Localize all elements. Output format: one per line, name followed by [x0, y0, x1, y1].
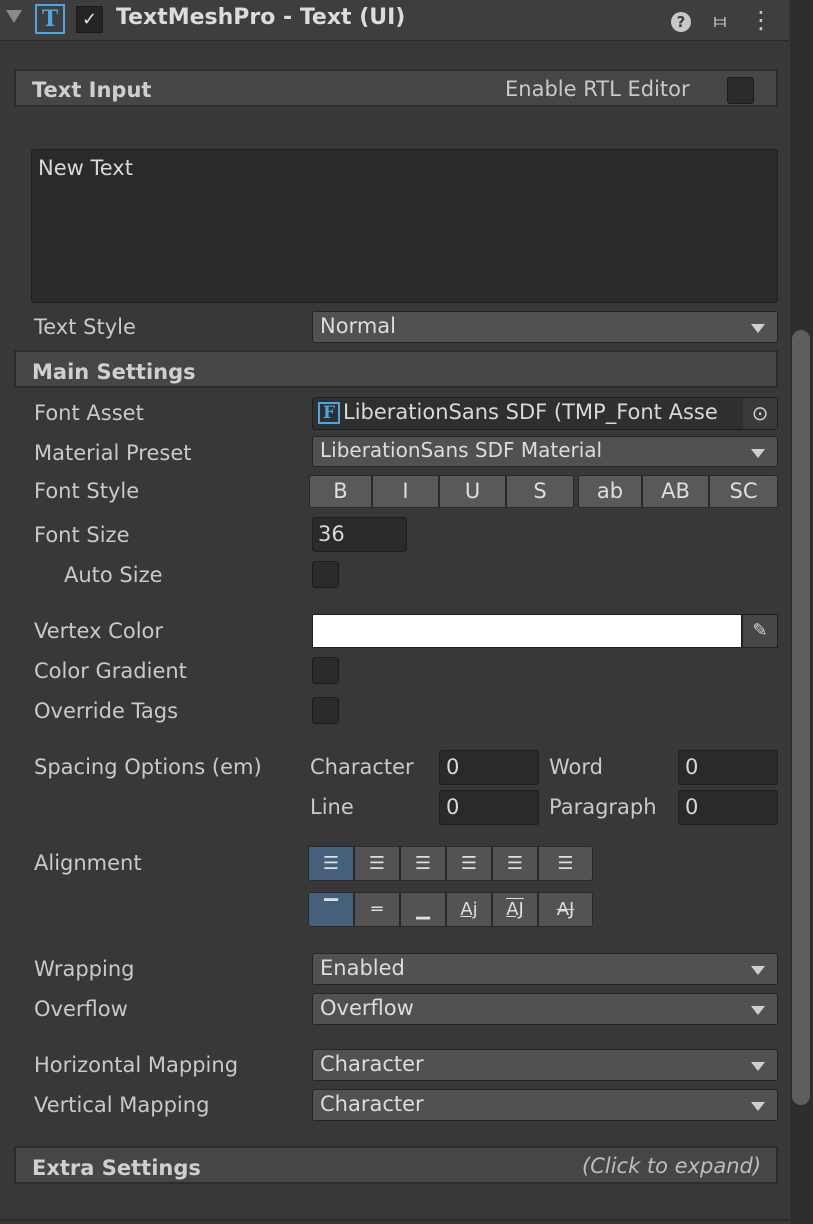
vertical-mapping-label: Vertical Mapping: [34, 1093, 210, 1117]
word-spacing-label: Word: [549, 755, 603, 779]
foldout-arrow-icon[interactable]: [6, 10, 22, 23]
panel-bottom-divider: [0, 1219, 789, 1221]
extra-settings-section-title: Extra Settings: [32, 1156, 201, 1180]
text-input-value: New Text: [38, 156, 133, 180]
chevron-down-icon: [751, 1102, 765, 1111]
paragraph-spacing-label: Paragraph: [549, 795, 657, 819]
overflow-label: Overflow: [34, 997, 128, 1021]
component-title: TextMeshPro - Text (UI): [116, 5, 406, 30]
align-top-icon[interactable]: ▔: [308, 892, 354, 927]
align-baseline-icon[interactable]: Aj: [446, 892, 492, 927]
font-style-strikethrough-button[interactable]: S: [506, 475, 574, 508]
line-spacing-value: 0: [446, 795, 460, 819]
chevron-down-icon: [751, 1006, 765, 1015]
align-geometry-center-icon[interactable]: ☰: [538, 846, 593, 881]
align-justified-icon[interactable]: ☰: [446, 846, 492, 881]
font-size-label: Font Size: [34, 523, 130, 547]
align-capline-icon[interactable]: AJ: [538, 892, 593, 927]
align-bottom-icon[interactable]: ▁: [400, 892, 446, 927]
wrapping-label: Wrapping: [34, 957, 135, 981]
chevron-down-icon: [751, 324, 765, 333]
line-spacing-label: Line: [310, 795, 354, 819]
text-input-area[interactable]: New Text: [31, 149, 778, 303]
horizontal-mapping-label: Horizontal Mapping: [34, 1053, 239, 1077]
word-spacing-field[interactable]: 0: [678, 750, 778, 785]
overflow-value: Overflow: [320, 996, 414, 1020]
wrapping-value: Enabled: [320, 956, 405, 980]
font-asset-label: Font Asset: [34, 401, 144, 425]
vertex-color-field[interactable]: [312, 614, 742, 648]
enable-rtl-editor-checkbox[interactable]: [727, 77, 754, 104]
align-right-icon[interactable]: ☰: [400, 846, 446, 881]
overflow-dropdown[interactable]: Overflow: [312, 993, 778, 1025]
horizontal-mapping-value: Character: [320, 1052, 424, 1076]
main-settings-section-title: Main Settings: [32, 360, 196, 384]
help-icon[interactable]: ?: [668, 6, 694, 34]
font-style-smallcaps-button[interactable]: SC: [709, 475, 778, 508]
font-style-underline-button[interactable]: U: [439, 475, 506, 508]
vertical-mapping-dropdown[interactable]: Character: [312, 1089, 778, 1121]
paragraph-spacing-field[interactable]: 0: [678, 790, 778, 825]
font-style-lowercase-button[interactable]: ab: [578, 475, 642, 508]
align-middle-icon[interactable]: ═: [354, 892, 400, 927]
text-input-section-title: Text Input: [32, 78, 152, 102]
chevron-down-icon: [751, 449, 765, 458]
text-style-value: Normal: [320, 314, 396, 338]
object-picker-icon[interactable]: ⊙: [743, 398, 777, 429]
scrollbar-thumb[interactable]: [792, 330, 810, 1105]
color-gradient-label: Color Gradient: [34, 659, 187, 683]
text-style-dropdown[interactable]: Normal: [312, 311, 778, 343]
align-flush-icon[interactable]: ☰: [492, 846, 538, 881]
enable-rtl-editor-label: Enable RTL Editor: [505, 77, 690, 101]
component-enabled-checkbox[interactable]: ✓: [76, 6, 103, 33]
align-center-icon[interactable]: ☰: [354, 846, 400, 881]
font-size-field[interactable]: 36: [312, 517, 407, 552]
wrapping-dropdown[interactable]: Enabled: [312, 953, 778, 985]
chevron-down-icon: [751, 966, 765, 975]
font-asset-value: LiberationSans SDF (TMP_Font Asse: [343, 400, 718, 424]
material-preset-dropdown[interactable]: LiberationSans SDF Material: [312, 436, 778, 467]
eyedropper-icon[interactable]: ✎: [742, 614, 778, 648]
font-size-value: 36: [318, 522, 345, 546]
align-left-icon[interactable]: ☰: [308, 846, 354, 881]
font-style-italic-button[interactable]: I: [372, 475, 439, 508]
preset-sliders-icon[interactable]: ⧦: [707, 6, 733, 34]
font-asset-icon: F: [318, 402, 340, 424]
font-asset-field[interactable]: F LiberationSans SDF (TMP_Font Asse ⊙: [312, 397, 778, 430]
alignment-label: Alignment: [34, 851, 142, 875]
paragraph-spacing-value: 0: [685, 795, 699, 819]
override-tags-checkbox[interactable]: [312, 697, 339, 724]
vertical-mapping-value: Character: [320, 1092, 424, 1116]
character-spacing-label: Character: [310, 755, 414, 779]
color-gradient-checkbox[interactable]: [312, 657, 339, 684]
font-style-bold-button[interactable]: B: [309, 475, 372, 508]
material-preset-value: LiberationSans SDF Material: [320, 438, 603, 462]
text-style-label: Text Style: [34, 315, 136, 339]
material-preset-label: Material Preset: [34, 441, 192, 465]
line-spacing-field[interactable]: 0: [439, 790, 539, 825]
extra-settings-hint: (Click to expand): [582, 1154, 762, 1178]
font-style-uppercase-button[interactable]: AB: [642, 475, 709, 508]
font-style-label: Font Style: [34, 479, 140, 503]
textmeshpro-t-icon: T: [35, 4, 65, 34]
chevron-down-icon: [751, 1062, 765, 1071]
align-midline-icon[interactable]: AJ: [492, 892, 538, 927]
auto-size-checkbox[interactable]: [312, 561, 339, 588]
horizontal-mapping-dropdown[interactable]: Character: [312, 1049, 778, 1081]
word-spacing-value: 0: [685, 755, 699, 779]
override-tags-label: Override Tags: [34, 699, 179, 723]
character-spacing-field[interactable]: 0: [439, 750, 539, 785]
spacing-options-label: Spacing Options (em): [34, 755, 262, 779]
more-options-icon[interactable]: ⋮: [748, 6, 774, 34]
vertex-color-label: Vertex Color: [34, 619, 164, 643]
auto-size-label: Auto Size: [64, 563, 163, 587]
character-spacing-value: 0: [446, 755, 460, 779]
